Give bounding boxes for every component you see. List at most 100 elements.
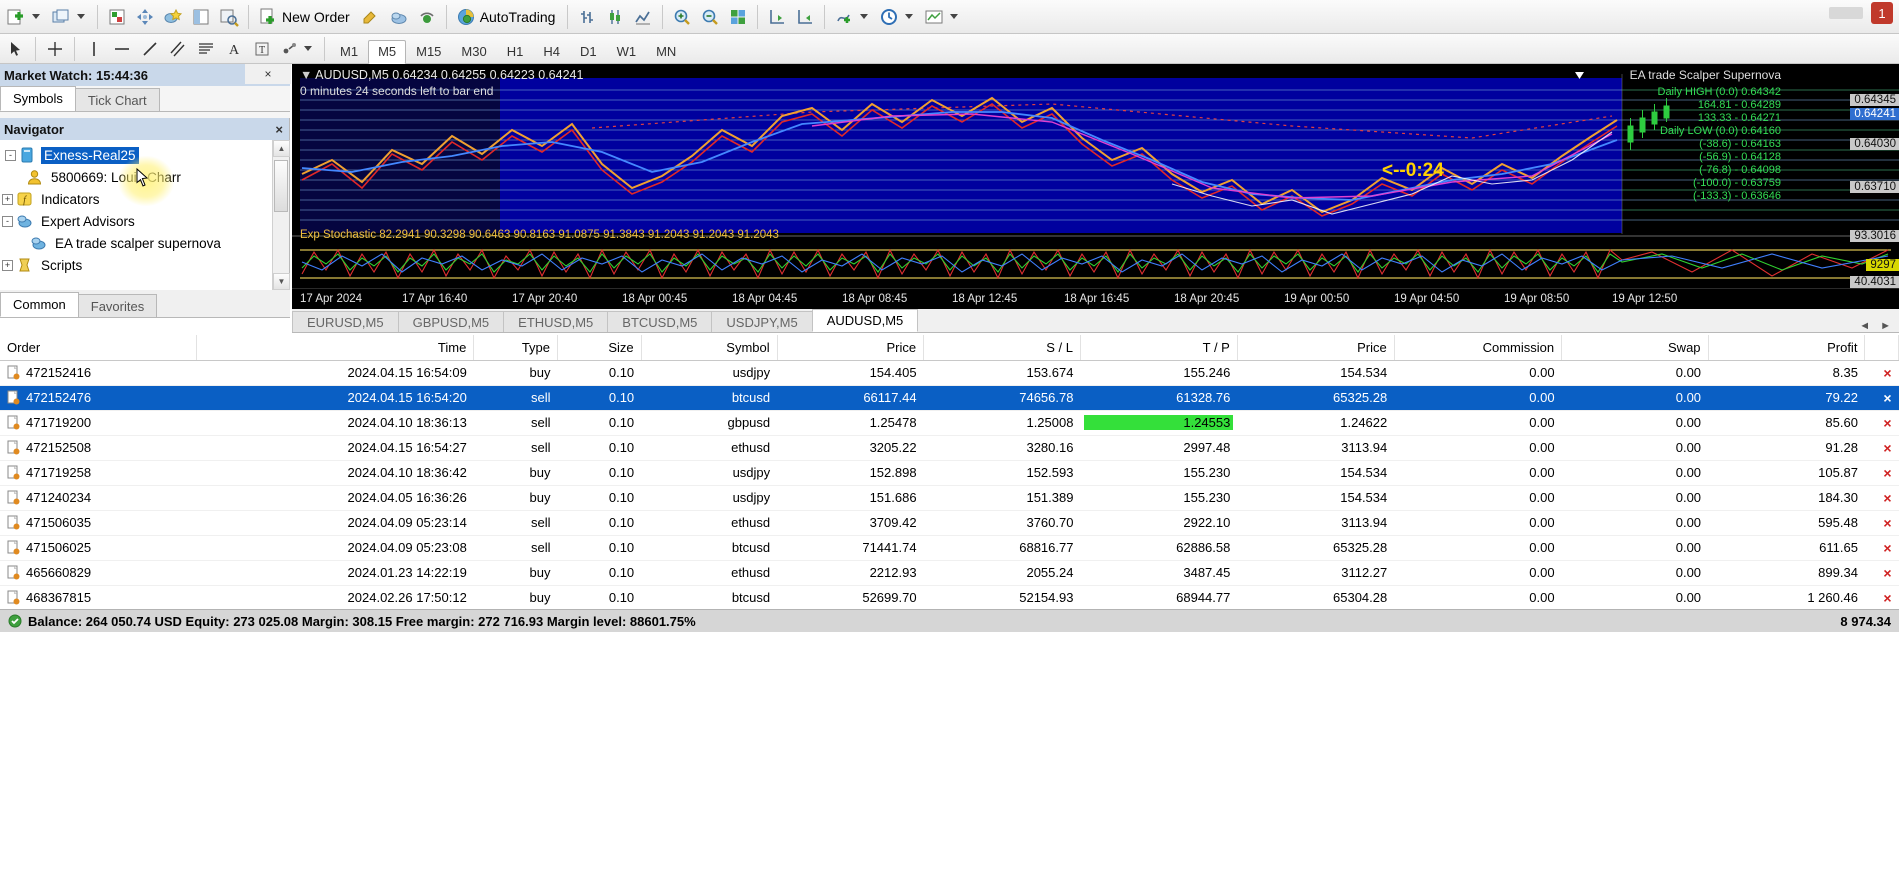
timeframe-m5[interactable]: M5 (368, 39, 407, 64)
equidistant-channel-tool[interactable] (164, 35, 192, 63)
zoom-out-button[interactable] (696, 3, 724, 31)
chart-tab-eurusd[interactable]: EURUSD,M5 (292, 311, 399, 332)
chart-close-button[interactable]: × (245, 64, 291, 84)
nav-item-indicators[interactable]: + f Indicators (2, 188, 289, 210)
vertical-line-tool[interactable] (80, 35, 108, 63)
tree-expand-icon[interactable]: + (2, 193, 13, 205)
nav-item-exness-real25[interactable]: - Exness-Real25 (5, 144, 289, 166)
col-time[interactable]: Time (196, 335, 475, 361)
candlestick-chart-button[interactable] (601, 3, 629, 31)
strategy-tester-button[interactable] (215, 3, 243, 31)
table-row[interactable]: 465660829 2024.01.23 14:22:19 buy 0.10 ethus… (0, 560, 1899, 586)
fibonacci-retracement-tool[interactable] (192, 35, 220, 63)
tab-prev-icon[interactable]: ◄ (1859, 320, 1870, 332)
zoom-in-button[interactable] (668, 3, 696, 31)
text-label-tool[interactable]: T (248, 35, 276, 63)
close-position-button[interactable]: × (1864, 585, 1899, 611)
timeframe-m15[interactable]: M15 (406, 40, 451, 64)
col-order[interactable]: Order (0, 335, 198, 361)
data-window-button[interactable] (131, 3, 159, 31)
close-icon[interactable]: 1 (1871, 2, 1893, 24)
mql5-community-button[interactable] (385, 3, 413, 31)
new-order-button[interactable]: New Order (254, 3, 357, 31)
navigator-button[interactable] (159, 3, 187, 31)
tree-collapse-icon[interactable]: - (2, 215, 13, 227)
tile-windows-button[interactable] (724, 3, 752, 31)
text-tool[interactable]: A (220, 35, 248, 63)
close-icon[interactable]: × (1883, 465, 1891, 481)
table-row[interactable]: 472152416 2024.04.15 16:54:09 buy 0.10 usdjp… (0, 360, 1899, 386)
close-icon[interactable]: × (1883, 390, 1891, 406)
new-chart-button[interactable] (2, 3, 47, 31)
close-position-button[interactable]: × (1864, 435, 1899, 461)
col-price-cur[interactable]: Price (1237, 335, 1395, 361)
periods-button[interactable] (875, 3, 920, 31)
close-position-button[interactable]: × (1864, 510, 1899, 536)
table-row[interactable]: 471240234 2024.04.05 16:36:26 buy 0.10 usdjp… (0, 485, 1899, 511)
chart-tab-usdjpy[interactable]: USDJPY,M5 (711, 311, 813, 332)
timeframe-h1[interactable]: H1 (497, 40, 534, 64)
col-type[interactable]: Type (473, 335, 558, 361)
autotrading-button[interactable]: AutoTrading (452, 3, 563, 31)
table-row[interactable]: 471506035 2024.04.09 05:23:14 sell 0.10 ethu… (0, 510, 1899, 536)
tree-expand-icon[interactable]: + (2, 259, 13, 271)
auto-scroll-button[interactable] (791, 3, 819, 31)
nav-item-expert-advisors[interactable]: - Expert Advisors (2, 210, 289, 232)
col-sl[interactable]: S / L (923, 335, 1081, 361)
col-symbol[interactable]: Symbol (641, 335, 778, 361)
chart-tab-ethusd[interactable]: ETHUSD,M5 (503, 311, 609, 332)
table-row[interactable]: 471719200 2024.04.10 18:36:13 sell 0.10 gbpu… (0, 410, 1899, 436)
table-row[interactable]: 472152508 2024.04.15 16:54:27 sell 0.10 ethu… (0, 435, 1899, 461)
close-position-button[interactable]: × (1864, 485, 1899, 511)
scroll-down-icon[interactable]: ▼ (273, 273, 290, 290)
crosshair-tool[interactable] (41, 35, 69, 63)
col-commission[interactable]: Commission (1394, 335, 1563, 361)
col-price-open[interactable]: Price (777, 335, 925, 361)
close-position-button[interactable]: × (1864, 410, 1899, 436)
close-icon[interactable]: × (1883, 565, 1891, 581)
chart-tab-gbpusd[interactable]: GBPUSD,M5 (397, 311, 505, 332)
close-position-button[interactable]: × (1864, 535, 1899, 561)
templates-button[interactable] (920, 3, 965, 31)
nav-item-ea-trade-scalper-supernova[interactable]: EA trade scalper supernova (30, 232, 289, 254)
price-chart[interactable]: ▼ AUDUSD,M5 0.64234 0.64255 0.64223 0.64… (292, 64, 1899, 309)
close-icon[interactable]: × (1883, 365, 1891, 381)
tab-common[interactable]: Common (0, 292, 79, 317)
nav-item-account[interactable]: 5800669: Louis Charr (26, 166, 289, 188)
tab-next-icon[interactable]: ► (1880, 320, 1891, 332)
chart-shift-button[interactable] (763, 3, 791, 31)
bar-chart-button[interactable] (573, 3, 601, 31)
close-position-button[interactable]: × (1864, 560, 1899, 586)
col-tp[interactable]: T / P (1080, 335, 1238, 361)
trendline-tool[interactable] (136, 35, 164, 63)
close-icon[interactable]: × (1883, 490, 1891, 506)
profiles-button[interactable] (47, 3, 92, 31)
close-icon[interactable]: × (1883, 415, 1891, 431)
close-icon[interactable]: × (1883, 590, 1891, 606)
col-profit[interactable]: Profit (1708, 335, 1866, 361)
col-size[interactable]: Size (557, 335, 642, 361)
table-row[interactable]: 471506025 2024.04.09 05:23:08 sell 0.10 btcu… (0, 535, 1899, 561)
chart-tab-audusd[interactable]: AUDUSD,M5 (811, 309, 919, 332)
timeframe-h4[interactable]: H4 (533, 40, 570, 64)
indicators-button[interactable] (830, 3, 875, 31)
window-minimize-pill[interactable] (1829, 7, 1863, 19)
close-icon[interactable]: × (1883, 440, 1891, 456)
timeframe-mn[interactable]: MN (646, 40, 686, 64)
terminal-button[interactable] (187, 3, 215, 31)
line-chart-button[interactable] (629, 3, 657, 31)
chart-tab-btcusd[interactable]: BTCUSD,M5 (607, 311, 713, 332)
tab-tick-chart[interactable]: Tick Chart (74, 88, 160, 111)
timeframe-d1[interactable]: D1 (570, 40, 607, 64)
close-position-button[interactable]: × (1864, 360, 1899, 386)
timeframe-m1[interactable]: M1 (330, 40, 368, 64)
arrows-tool[interactable] (276, 35, 319, 63)
table-row[interactable]: 471719258 2024.04.10 18:36:42 buy 0.10 usdjp… (0, 460, 1899, 486)
tree-collapse-icon[interactable]: - (5, 149, 16, 161)
navigator-scrollbar[interactable]: ▲ ▼ (272, 140, 290, 290)
market-watch-button[interactable] (103, 3, 131, 31)
col-swap[interactable]: Swap (1561, 335, 1709, 361)
scrollbar-thumb[interactable] (274, 160, 288, 212)
signals-button[interactable] (413, 3, 441, 31)
table-row[interactable]: 468367815 2024.02.26 17:50:12 buy 0.10 btcus… (0, 585, 1899, 611)
